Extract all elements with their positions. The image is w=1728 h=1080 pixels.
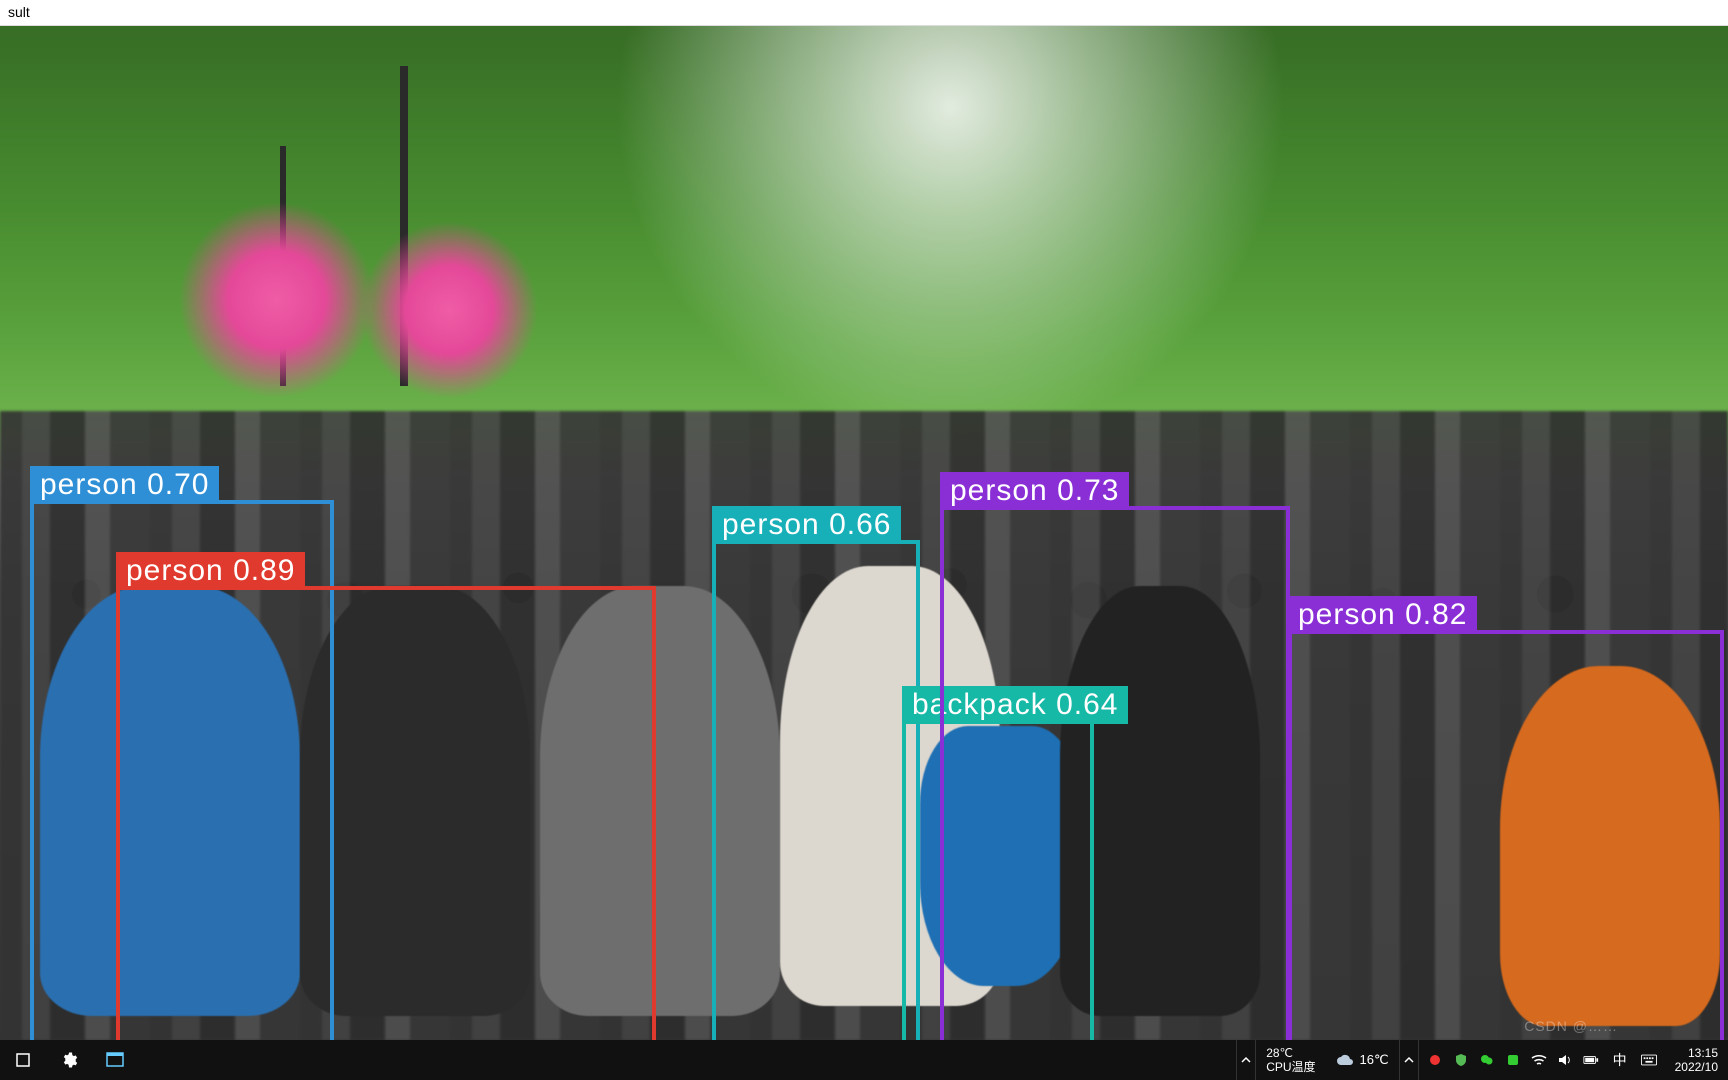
ime-lang: 中 [1613,1052,1627,1068]
cpu-temp-value: 28℃ [1266,1046,1293,1060]
taskbar-app-generic[interactable]: app [0,1040,46,1080]
taskbar-left: app [0,1040,138,1080]
taskbar-clock[interactable]: 13:15 2022/10 [1665,1046,1728,1074]
window-title-bar: sult [0,0,1728,26]
chevron-up-icon [1241,1055,1251,1065]
detection-label: person 0.82 [1288,596,1477,634]
ime-indicator[interactable]: 中 [1607,1050,1633,1070]
taskbar-app-window[interactable] [92,1040,138,1080]
tray-app-icon[interactable] [1505,1052,1521,1068]
keyboard-icon [1641,1052,1657,1068]
clock-time: 13:15 [1688,1046,1718,1060]
gear-icon [60,1051,78,1069]
detection-person-5: person 0.82 [1288,630,1724,1040]
weather-widget[interactable]: 16℃ [1326,1052,1399,1068]
tray-record-icon[interactable] [1427,1052,1443,1068]
taskbar[interactable]: app 28℃ CPU温度 16℃ [0,1040,1728,1080]
window-icon [106,1051,124,1069]
cloud-icon [1336,1053,1354,1067]
wifi-icon[interactable] [1531,1052,1547,1068]
chevron-up-icon [1404,1055,1414,1065]
tray-wechat-icon[interactable] [1479,1052,1495,1068]
detection-label: person 0.73 [940,472,1129,510]
cpu-temp-widget[interactable]: 28℃ CPU温度 [1256,1046,1325,1074]
detection-viewport: person 0.70person 0.89person 0.66backpac… [0,26,1728,1040]
system-tray [1419,1052,1607,1068]
detection-person-4: person 0.73 [940,506,1290,1040]
ime-keyboard[interactable] [1633,1052,1665,1068]
detection-label: person 0.89 [116,552,305,590]
tray-security-icon[interactable] [1453,1052,1469,1068]
detection-person-1: person 0.89 [116,586,656,1040]
settings-button[interactable] [46,1040,92,1080]
detection-label: person 0.70 [30,466,219,504]
tray-overflow[interactable] [1399,1040,1419,1080]
tray-show-hidden[interactable] [1236,1040,1256,1080]
battery-icon[interactable] [1583,1052,1599,1068]
volume-icon[interactable] [1557,1052,1573,1068]
detection-person-2: person 0.66 [712,540,920,1040]
weather-temp: 16℃ [1360,1052,1389,1068]
detection-label: person 0.66 [712,506,901,544]
cpu-temp-label: CPU温度 [1266,1060,1315,1074]
window-title: sult [8,4,30,20]
clock-date: 2022/10 [1675,1060,1718,1074]
